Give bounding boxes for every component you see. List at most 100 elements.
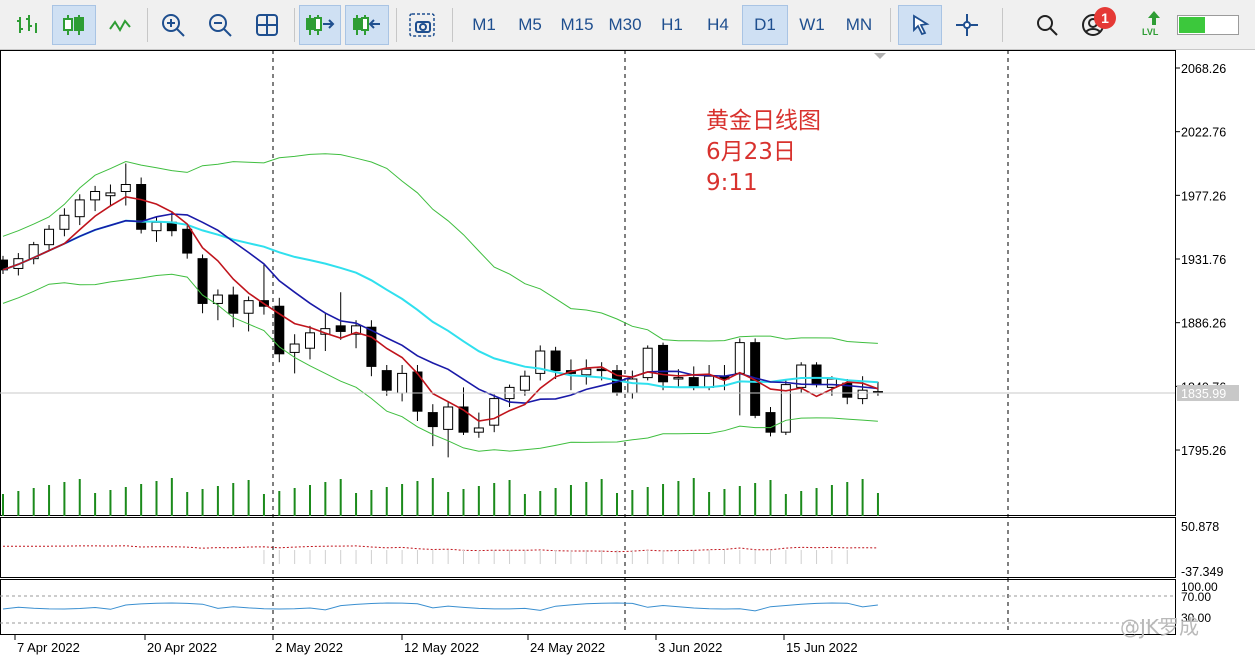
volume-bar — [708, 492, 711, 516]
candle-body — [243, 300, 254, 314]
candle-body — [366, 326, 377, 367]
cursor-icon[interactable] — [898, 5, 942, 45]
tile-windows-icon[interactable] — [248, 5, 286, 45]
date-axis-label: 12 May 2022 — [404, 640, 479, 655]
candle-body — [44, 228, 55, 246]
timeframe-m30[interactable]: M30 — [602, 5, 648, 45]
annotation-date: 6月23日 — [706, 139, 796, 165]
chart-shift-icon[interactable] — [345, 5, 389, 45]
zoom-out-icon[interactable] — [201, 5, 239, 45]
volume-bar — [262, 494, 265, 516]
volume-bar — [247, 480, 250, 516]
candle-body — [811, 364, 822, 386]
date-axis-label: 20 Apr 2022 — [147, 640, 217, 655]
candle-body — [335, 325, 346, 332]
timeframe-h4[interactable]: H4 — [696, 5, 740, 45]
volume-bar — [800, 491, 803, 516]
moving-average-mid — [2, 213, 878, 404]
candle-body — [305, 332, 315, 349]
oscillator-pane-1-frame — [0, 517, 1176, 578]
moving-average-slow — [2, 219, 878, 389]
volume-bar — [830, 485, 833, 516]
volume-bar — [170, 478, 173, 516]
watermark: @JK罗成 — [1120, 615, 1200, 639]
volume-bar — [477, 486, 480, 516]
price-pane-frame — [0, 50, 1176, 516]
volume-bar — [32, 488, 35, 516]
volume-bar — [692, 478, 695, 516]
signal-level-bar — [1177, 15, 1239, 35]
candle-body — [182, 228, 193, 254]
volume-bar — [17, 491, 20, 516]
date-axis-label: 3 Jun 2022 — [658, 640, 722, 655]
candle-body — [658, 344, 669, 383]
volume-bar — [523, 494, 526, 516]
crosshair-icon[interactable] — [948, 5, 986, 45]
oscillator-2-axis-label: 70.00 — [1181, 590, 1211, 604]
volume-bar — [140, 484, 143, 516]
candle-body — [212, 294, 223, 304]
signal-level-fill — [1179, 17, 1205, 33]
volume-bar — [124, 487, 127, 516]
timeframe-m15[interactable]: M15 — [554, 5, 600, 45]
volume-bar — [370, 490, 373, 516]
volume-bar — [339, 479, 342, 516]
timeframe-m1[interactable]: M1 — [462, 5, 506, 45]
volume-bar — [585, 482, 588, 516]
candle-body — [443, 406, 454, 430]
candle-body — [780, 384, 791, 433]
oscillator-pane-2-frame — [0, 579, 1176, 635]
volume-bar — [539, 491, 542, 516]
volume-bar — [94, 493, 97, 516]
toolbar: M1 M5 M15 M30 H1 H4 D1 W1 MN 1 LVL — [0, 0, 1255, 50]
volume-bar — [48, 485, 51, 516]
candle-body — [519, 375, 530, 391]
timeframe-m5[interactable]: M5 — [508, 5, 552, 45]
timeframe-w1[interactable]: W1 — [790, 5, 834, 45]
volume-bar — [355, 493, 358, 516]
candle-body — [627, 378, 638, 394]
volume-bar — [677, 481, 680, 516]
oscillator-1-line — [2, 545, 878, 553]
candle-body — [704, 375, 715, 388]
volume-bar — [769, 480, 772, 516]
volume-bar — [385, 487, 388, 516]
price-axis-label: 1886.26 — [1181, 317, 1226, 331]
candle-body — [228, 294, 239, 314]
timeframe-d1[interactable]: D1 — [742, 5, 788, 45]
timeframe-mn[interactable]: MN — [836, 5, 882, 45]
timeframe-h1[interactable]: H1 — [650, 5, 694, 45]
annotation-title: 黄金日线图 — [706, 108, 821, 134]
volume-bar — [493, 483, 496, 516]
volume-bar — [109, 490, 112, 516]
price-axis-label: 1977.26 — [1181, 189, 1226, 203]
candle-body — [427, 412, 438, 428]
candle-body — [581, 368, 592, 376]
candle-body — [90, 190, 101, 201]
candle-body — [550, 350, 561, 372]
candle-body — [120, 184, 131, 192]
candle-body — [765, 412, 776, 433]
line-chart-icon[interactable] — [102, 5, 140, 45]
volume-bar — [784, 494, 787, 516]
chart-window[interactable]: 2068.262022.761977.261931.761886.261840.… — [0, 50, 1255, 667]
volume-bar — [186, 492, 189, 516]
volume-bar — [78, 479, 81, 516]
auto-scroll-icon[interactable] — [299, 5, 341, 45]
date-axis-label: 2 May 2022 — [275, 640, 343, 655]
search-icon[interactable] — [1028, 5, 1066, 45]
volume-bar — [431, 478, 434, 516]
bar-chart-icon[interactable] — [8, 5, 46, 45]
volume-bar — [723, 489, 726, 516]
volume-bar — [631, 490, 634, 516]
volume-bar — [738, 486, 741, 516]
volume-bar — [401, 484, 404, 516]
candlestick-chart-icon[interactable] — [52, 5, 96, 45]
candle-body — [397, 372, 408, 394]
screenshot-icon[interactable] — [402, 5, 442, 45]
candle-body — [489, 398, 500, 426]
price-chart[interactable]: 2068.262022.761977.261931.761886.261840.… — [0, 50, 1255, 667]
annotation-time: 9:11 — [706, 170, 758, 196]
zoom-in-icon[interactable] — [154, 5, 192, 45]
candle-body — [473, 427, 484, 433]
